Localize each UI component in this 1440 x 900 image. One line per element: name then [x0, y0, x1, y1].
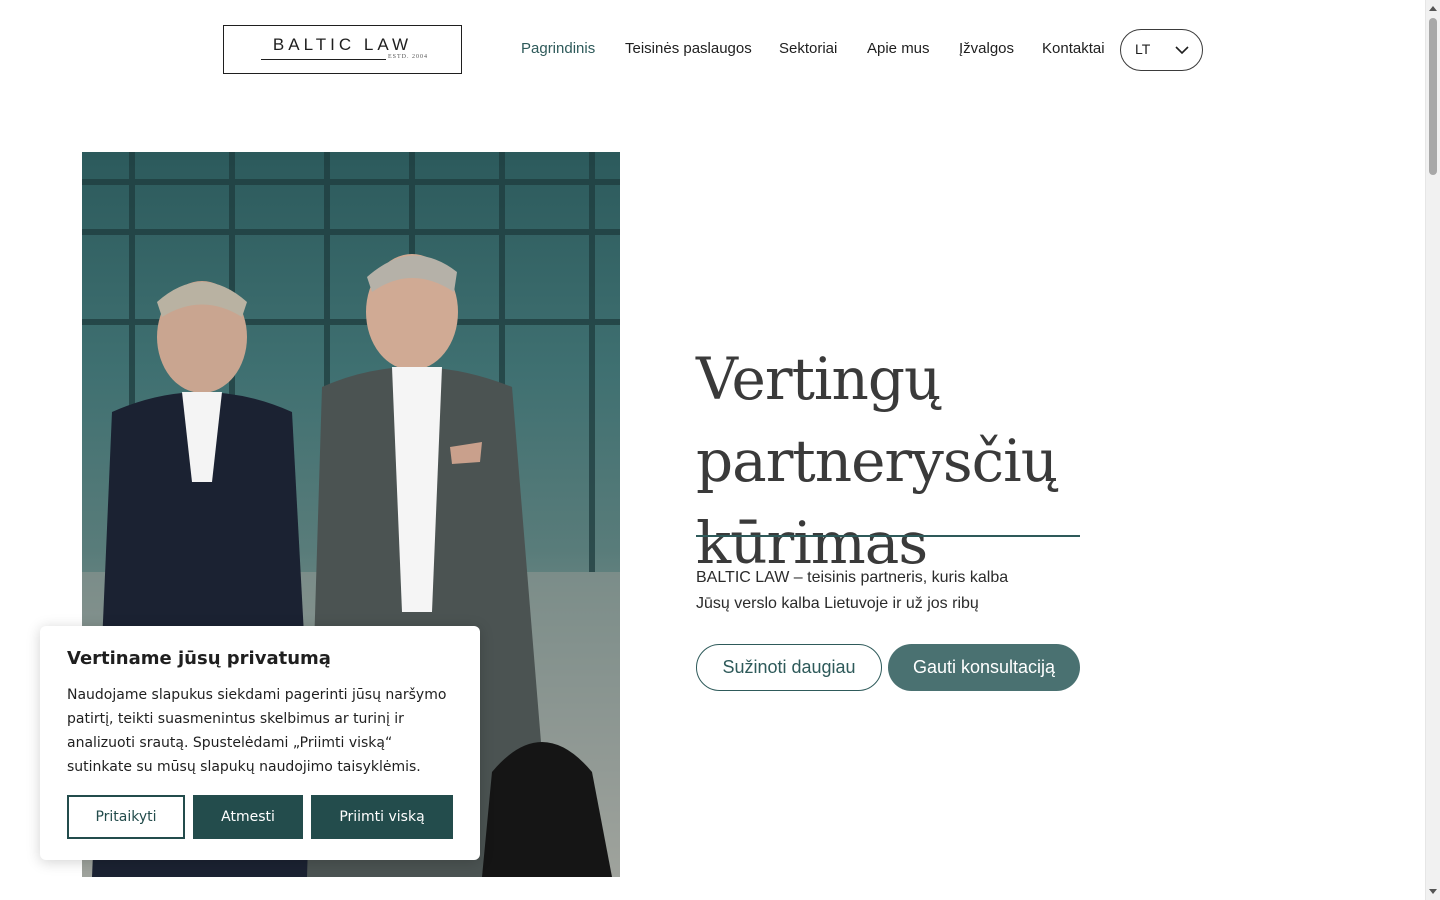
learn-more-button[interactable]: Sužinoti daugiau [696, 644, 882, 691]
cookie-banner: Vertiname jūsų privatumą Naudojame slapu… [40, 626, 480, 860]
hero-subtitle-line-2: Jūsų verslo kalba Lietuvoje ir už jos ri… [696, 595, 979, 612]
nav-item-pagrindinis[interactable]: Pagrindinis [521, 40, 595, 57]
cookie-accept-all-button[interactable]: Priimti viską [311, 795, 453, 839]
cookie-customize-button[interactable]: Pritaikyti [67, 795, 185, 839]
logo-underline [261, 59, 386, 60]
logo-estd: ESTD. 2004 [388, 54, 428, 60]
get-consultation-button[interactable]: Gauti konsultaciją [888, 644, 1080, 691]
nav-item-sektoriai[interactable]: Sektoriai [779, 40, 837, 57]
language-label: LT [1135, 41, 1151, 57]
nav-item-izvalgos[interactable]: Įžvalgos [959, 40, 1014, 57]
hero-title-line-1: Vertingų partnerysčių [696, 345, 1058, 495]
cookie-text: Naudojame slapukus siekdami pagerinti jū… [67, 687, 447, 775]
scrollbar-thumb[interactable] [1429, 18, 1437, 175]
hero-subtitle: BALTIC LAW – teisinis partneris, kuris k… [696, 565, 1116, 617]
hero-divider [696, 535, 1080, 537]
logo[interactable]: BALTIC LAW ESTD. 2004 [223, 25, 462, 74]
cookie-title: Vertiname jūsų privatumą [67, 648, 331, 669]
hero-title: Vertingų partnerysčių kūrimas [696, 338, 1296, 584]
chevron-down-icon [1175, 46, 1189, 55]
page-scrollbar[interactable] [1425, 0, 1440, 900]
nav-item-teisines-paslaugos[interactable]: Teisinės paslaugos [625, 40, 752, 57]
scroll-up-arrow-icon[interactable] [1429, 6, 1437, 11]
scroll-down-arrow-icon[interactable] [1429, 889, 1437, 894]
nav-item-kontaktai[interactable]: Kontaktai [1042, 40, 1105, 57]
nav-item-apie-mus[interactable]: Apie mus [867, 40, 930, 57]
cookie-reject-button[interactable]: Atmesti [193, 795, 303, 839]
logo-text: BALTIC LAW [272, 35, 413, 54]
language-selector[interactable]: LT [1120, 29, 1203, 71]
hero-subtitle-line-1: BALTIC LAW – teisinis partneris, kuris k… [696, 569, 1009, 586]
